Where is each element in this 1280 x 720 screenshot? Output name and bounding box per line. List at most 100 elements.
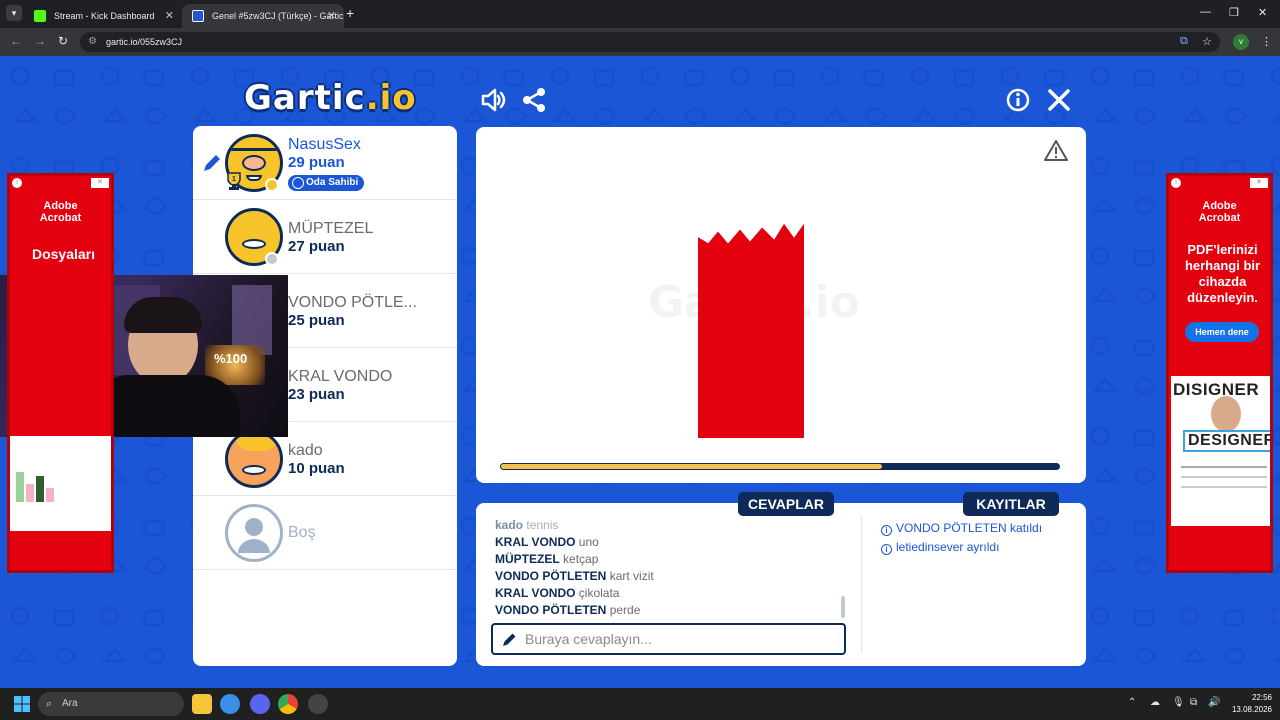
player-points: 10 puan xyxy=(288,460,345,477)
bookmark-star-icon[interactable]: ☆ xyxy=(1202,35,1212,48)
answer-input[interactable] xyxy=(525,627,835,651)
info-icon: i xyxy=(881,544,892,555)
ad-info-icon[interactable]: i xyxy=(1171,178,1181,188)
drawing-pencil-icon xyxy=(204,155,220,171)
cloud-icon[interactable]: ☁ xyxy=(1150,697,1160,708)
profile-avatar[interactable]: v xyxy=(1233,34,1249,50)
chrome-icon[interactable] xyxy=(278,694,298,714)
player-points: 23 puan xyxy=(288,386,345,403)
search-icon: ⌕ xyxy=(46,698,53,710)
pencil-icon xyxy=(503,633,516,646)
reload-icon[interactable]: ↻ xyxy=(58,34,68,48)
player-points: 27 puan xyxy=(288,238,345,255)
svg-text:1: 1 xyxy=(232,176,236,183)
obs-icon[interactable] xyxy=(308,694,328,714)
player-name: NasusSex xyxy=(288,136,361,153)
empty-slot-label: Boş xyxy=(288,524,316,541)
clock-time: 22:56 xyxy=(1251,693,1272,702)
player-points: 25 puan xyxy=(288,312,345,329)
url-text: gartic.io/055zw3CJ xyxy=(106,37,183,47)
close-icon[interactable] xyxy=(1045,86,1073,114)
url-field[interactable]: ⚙ gartic.io/055zw3CJ xyxy=(80,32,1220,52)
player-name: kado xyxy=(288,442,323,459)
answer-item: kado tennis xyxy=(495,518,559,532)
ad-close-icon[interactable]: ✕ xyxy=(1250,178,1268,188)
kick-favicon-icon xyxy=(34,10,46,22)
info-icon: i xyxy=(881,525,892,536)
answers-tab[interactable]: CEVAPLAR xyxy=(738,492,834,516)
answer-input-box[interactable] xyxy=(491,623,846,655)
share-icon[interactable] xyxy=(520,86,548,114)
tray-expand-icon[interactable]: ⌃ xyxy=(1128,697,1136,708)
back-icon[interactable]: ← xyxy=(10,34,22,48)
close-tab-icon[interactable]: ✕ xyxy=(165,4,174,28)
owner-badge: Oda Sahibi xyxy=(288,175,365,191)
gartic-logo[interactable]: Gartic.io xyxy=(244,78,417,118)
info-icon[interactable] xyxy=(1004,86,1032,114)
forward-icon[interactable]: → xyxy=(34,34,46,48)
empty-avatar xyxy=(225,504,283,562)
tab-title: Stream - Kick Dashboard xyxy=(54,11,155,21)
ad-cta-button[interactable]: Hemen dene xyxy=(1185,322,1259,342)
drawing-canvas[interactable]: Gartic.io xyxy=(476,127,1086,483)
round-timer-bar xyxy=(500,463,1060,470)
player-card[interactable]: 1 NasusSex 29 puan Oda Sahibi xyxy=(193,126,457,200)
ad-text: PDF'lerinizi herhangi bir cihazda düzenl… xyxy=(1184,242,1261,305)
round-timer-fill xyxy=(501,464,882,469)
ad-card-image: DISIGNER DESIGNER xyxy=(1171,376,1270,526)
windows-start-icon[interactable] xyxy=(14,696,30,712)
address-bar-row: ← → ↻ ⚙ gartic.io/055zw3CJ ⧉ ☆ ⋮ xyxy=(0,28,1280,56)
answer-item: KRAL VONDO uno xyxy=(495,535,599,549)
tab-search-button[interactable]: ▾ xyxy=(6,5,22,21)
status-dot xyxy=(265,252,279,266)
system-clock[interactable]: 22:56 13.08.2026 xyxy=(1222,692,1272,716)
answer-item: KRAL VONDO çikolata xyxy=(495,586,620,600)
tab-gartic[interactable]: Genel #5zw3CJ (Türkçe) - Gartic ✕ xyxy=(182,4,344,28)
minimize-icon[interactable]: — xyxy=(1200,6,1211,18)
browser-tab-bar: ▾ Stream - Kick Dashboard ✕ Genel #5zw3C… xyxy=(0,0,1280,28)
microphone-icon[interactable]: 🎙 xyxy=(1172,697,1185,708)
network-icon[interactable]: ⧉ xyxy=(1190,697,1197,708)
window-close-icon[interactable]: ✕ xyxy=(1258,6,1267,19)
taskbar: ⌕ Ara ⌃ ☁ 🎙 ⧉ 🔊 22:56 13.08.2026 xyxy=(0,688,1280,720)
volume-icon[interactable]: 🔊 xyxy=(1208,697,1220,708)
log-item: i VONDO PÖTLETEN katıldı xyxy=(881,519,1081,538)
advertisement-left[interactable]: i ✕ Adobe Acrobat Dosyaları xyxy=(7,173,114,573)
player-card[interactable]: MÜPTEZEL 27 puan xyxy=(193,200,457,274)
panel-divider xyxy=(861,517,862,653)
report-warning-icon[interactable] xyxy=(1044,139,1068,163)
tab-kick-dashboard[interactable]: Stream - Kick Dashboard ✕ xyxy=(24,4,182,28)
ad-preview-image xyxy=(10,436,111,531)
badge-label: Oda Sahibi xyxy=(306,177,359,188)
ad-card-title: DISIGNER xyxy=(1173,380,1260,399)
webcam-overlay-text: %100 xyxy=(214,351,248,366)
player-points: 29 puan xyxy=(288,154,345,171)
log-item: i letiedinsever ayrıldı xyxy=(881,538,1081,557)
answers-list: kado tennis KRAL VONDO uno MÜPTEZEL ketç… xyxy=(495,517,847,621)
ad-info-icon[interactable]: i xyxy=(12,178,22,188)
advertisement-right[interactable]: i ✕ Adobe Acrobat PDF'lerinizi herhangi … xyxy=(1166,173,1273,573)
site-settings-icon[interactable]: ⚙ xyxy=(88,32,97,52)
sound-icon[interactable] xyxy=(479,86,507,114)
chrome-menu-icon[interactable]: ⋮ xyxy=(1261,35,1272,48)
gartic-favicon-icon xyxy=(192,10,204,22)
ad-brand: Adobe Acrobat xyxy=(39,200,82,224)
new-tab-icon[interactable]: + xyxy=(346,5,354,21)
logo-suffix: .io xyxy=(365,78,417,118)
ad-close-icon[interactable]: ✕ xyxy=(91,178,109,188)
restore-icon[interactable]: ❐ xyxy=(1229,6,1239,19)
logs-list: i VONDO PÖTLETEN katıldı i letiedinsever a… xyxy=(881,519,1081,557)
answer-item: VONDO PÖTLETEN kart vizit xyxy=(495,569,654,583)
player-name: KRAL VONDO xyxy=(288,368,393,385)
answers-scrollbar[interactable] xyxy=(841,596,845,618)
discord-icon[interactable] xyxy=(250,694,270,714)
translate-icon[interactable]: ⧉ xyxy=(1180,35,1188,48)
answer-item: VONDO PÖTLETEN perde xyxy=(495,603,641,617)
steam-icon[interactable] xyxy=(220,694,240,714)
search-placeholder: Ara xyxy=(62,698,78,709)
file-explorer-icon[interactable] xyxy=(192,694,212,714)
close-tab-icon[interactable]: ✕ xyxy=(327,4,336,28)
taskbar-search[interactable]: ⌕ Ara xyxy=(38,692,184,716)
logs-tab[interactable]: KAYITLAR xyxy=(963,492,1059,516)
player-drawing xyxy=(698,222,804,438)
